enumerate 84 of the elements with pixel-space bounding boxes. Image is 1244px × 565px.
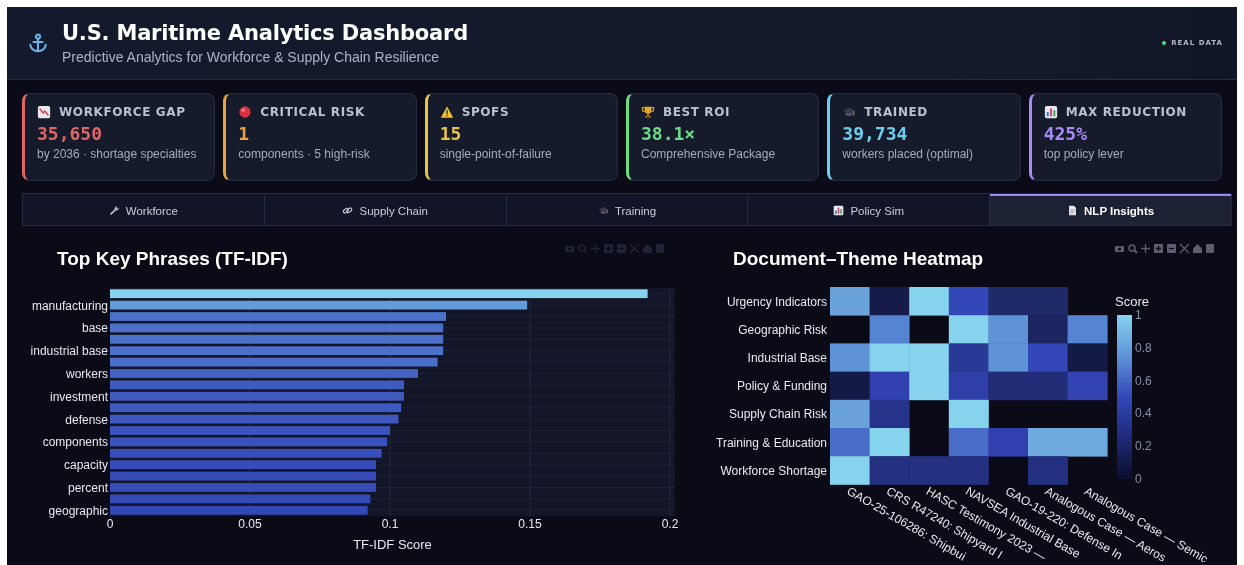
axis-label: base <box>81 321 108 336</box>
axis-label: investment <box>49 389 108 404</box>
row-label: Urgency Indicators <box>726 294 827 309</box>
stat-note: single-point-of-failure <box>439 147 553 161</box>
stat-note: Comprehensive Package <box>641 147 777 161</box>
pan-icon <box>590 243 601 254</box>
row-label: Workforce Shortage <box>720 463 827 478</box>
stat-note: top policy lever <box>1043 147 1125 161</box>
tab[interactable]: Training <box>506 194 749 225</box>
colorbar-tick: 1 <box>1135 308 1142 322</box>
trophy-icon <box>641 105 655 119</box>
axis-label: geographic <box>48 503 108 518</box>
pan-icon <box>1140 243 1151 254</box>
dashboard-title: U.S. Maritime Analytics Dashboard <box>62 21 468 45</box>
axis-tick: 0 <box>106 517 114 531</box>
stat-label: BEST ROI <box>663 105 731 119</box>
axis-tick: 0.05 <box>238 517 262 531</box>
colorbar-tick: 0.2 <box>1135 439 1152 454</box>
tab[interactable]: NLP Insights <box>990 194 1231 225</box>
axis-tick: 0.1 <box>381 517 399 531</box>
stat-label: SPOFS <box>461 105 510 119</box>
stat-value: 38.1× <box>641 123 697 144</box>
chart-title: Document–Theme Heatmap <box>733 248 984 269</box>
stat-label: WORKFORCE GAP <box>59 105 186 119</box>
tab[interactable]: Workforce <box>23 194 265 225</box>
zoom-in-icon <box>604 244 613 253</box>
axis-label: defense <box>65 412 108 427</box>
axis-label: components <box>42 435 108 450</box>
zoom-in-icon <box>1154 244 1163 253</box>
bar-chart-icon <box>1043 105 1058 119</box>
colorbar-tick: 0.6 <box>1135 373 1152 388</box>
bar-chart-icon <box>833 205 845 216</box>
axis-label: capacity <box>63 458 108 473</box>
dashboard-subtitle: Predictive Analytics for Workforce & Supply Chain Resilience <box>62 49 441 65</box>
stat-note: by 2036 · shortage specialties <box>37 147 198 161</box>
axis-label: workers <box>66 367 108 381</box>
graduation-cap-icon <box>842 105 857 119</box>
row-label: Industrial Base <box>747 351 827 365</box>
axis-label: industrial base <box>30 344 108 359</box>
chart-title: Top Key Phrases (TF-IDF) <box>57 248 288 269</box>
stat-label: TRAINED <box>864 105 928 119</box>
row-label: Training & Education <box>716 435 827 450</box>
axis-title: TF-IDF Score <box>353 537 432 552</box>
stat-value: 425% <box>1043 123 1088 144</box>
camera-icon <box>565 246 574 252</box>
stat-label: MAX REDUCTION <box>1065 105 1187 119</box>
stat-note: workers placed (optimal) <box>842 147 975 161</box>
graduation-cap-icon <box>597 205 609 216</box>
row-label: Supply Chain Risk <box>728 407 827 422</box>
stat-value: 39,734 <box>842 123 909 144</box>
colorbar-tick: 0 <box>1135 472 1142 486</box>
status-dot <box>1162 41 1167 45</box>
home-icon <box>1193 244 1202 253</box>
zoom-out-icon <box>617 244 626 253</box>
document-icon <box>1067 205 1079 216</box>
colorbar-tick: 0.8 <box>1135 340 1152 355</box>
colorbar-tick: 0.4 <box>1135 406 1152 421</box>
stat-value: 1 <box>238 123 251 144</box>
anchor-icon <box>27 32 49 54</box>
row-label: Geographic Risk <box>738 322 827 337</box>
tab[interactable]: Policy Sim <box>748 194 991 225</box>
zoom-out-icon <box>1167 244 1176 253</box>
zoom-icon <box>578 244 588 254</box>
axis-tick: 0.2 <box>661 517 679 531</box>
row-label: Policy & Funding <box>736 379 827 394</box>
autoscale-icon <box>629 243 640 254</box>
zoom-icon <box>1128 244 1138 254</box>
stat-note: components · 5 high-risk <box>238 147 371 161</box>
stat-label: CRITICAL RISK <box>260 105 365 119</box>
chart-down-icon <box>37 105 51 119</box>
stat-value: 15 <box>439 123 463 144</box>
warning-icon <box>439 105 454 119</box>
axis-label: manufacturing <box>31 298 108 313</box>
wrench-icon <box>108 205 120 216</box>
home-icon <box>643 244 652 253</box>
axis-tick: 0.15 <box>518 517 542 531</box>
circle-icon <box>238 105 253 119</box>
axis-label: percent <box>67 481 108 495</box>
link-icon <box>342 205 354 216</box>
camera-icon <box>1115 246 1124 252</box>
autoscale-icon <box>1179 243 1190 254</box>
stat-value: 35,650 <box>37 123 104 144</box>
colorbar-title: Score <box>1115 294 1149 309</box>
tab[interactable]: Supply Chain <box>264 194 507 225</box>
